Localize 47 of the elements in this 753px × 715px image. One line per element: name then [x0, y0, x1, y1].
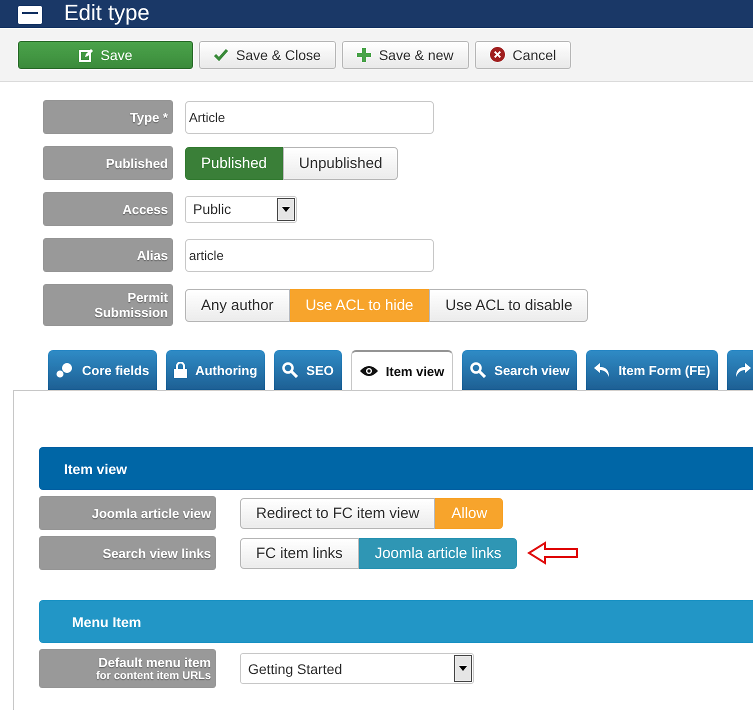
- tab[interactable]: Item Form (FE): [586, 350, 718, 390]
- tab[interactable]: SEO: [274, 350, 342, 390]
- tab[interactable]: Search view: [462, 350, 578, 390]
- caret-icon: [282, 206, 290, 212]
- search-icon: [470, 362, 486, 378]
- search-icon: [282, 362, 298, 378]
- redo-icon: [735, 362, 752, 378]
- reply-icon: [594, 362, 610, 378]
- select-field[interactable]: Getting Started: [240, 653, 474, 684]
- field-label: Alias: [43, 238, 173, 272]
- toggle-option[interactable]: FC item links: [240, 538, 359, 568]
- caret-icon: [459, 666, 467, 671]
- text-field[interactable]: Article: [185, 100, 434, 134]
- section-header: Item view: [39, 447, 753, 490]
- section-header: Menu Item: [39, 600, 753, 643]
- toggle-option[interactable]: Use ACL to disable: [429, 288, 588, 322]
- page-title: Edit type: [64, 2, 150, 24]
- toggle-option[interactable]: Unpublished: [282, 146, 398, 180]
- toolbar-button[interactable]: Save & Close: [199, 40, 336, 68]
- toolbar-button[interactable]: Cancel: [474, 40, 572, 68]
- text-field[interactable]: article: [185, 238, 434, 272]
- toolbox-icon: [18, 6, 42, 24]
- toolbar-button[interactable]: Save: [18, 40, 193, 68]
- lock-icon: [174, 362, 188, 378]
- tab[interactable]: [727, 350, 753, 390]
- edit-icon: [78, 48, 93, 62]
- toggle-option[interactable]: Published: [185, 146, 283, 180]
- plus-icon: [356, 48, 371, 62]
- field-label: Access: [43, 192, 173, 226]
- tab[interactable]: Authoring: [166, 350, 266, 390]
- field-label: Joomla article view: [39, 496, 216, 530]
- toolbar-button[interactable]: Save & new: [342, 40, 469, 68]
- field-label: Default menu item for content item URLs: [39, 649, 216, 688]
- tab[interactable]: Core fields: [48, 350, 158, 390]
- eye-icon: [360, 365, 378, 377]
- gears-icon: [56, 362, 74, 378]
- select-field[interactable]: Public: [185, 196, 297, 222]
- arrow-icon: [527, 541, 580, 565]
- field-label: Published: [43, 146, 173, 180]
- tab[interactable]: Item view: [350, 350, 454, 390]
- check-icon: [214, 48, 228, 60]
- field-label: Search view links: [39, 536, 216, 570]
- field-label: Type *: [43, 100, 173, 134]
- cancel-icon: [490, 47, 505, 62]
- toggle-option[interactable]: Redirect to FC item view: [240, 498, 436, 528]
- field-label: Permit Submission: [43, 284, 173, 326]
- toggle-option[interactable]: Any author: [185, 288, 290, 322]
